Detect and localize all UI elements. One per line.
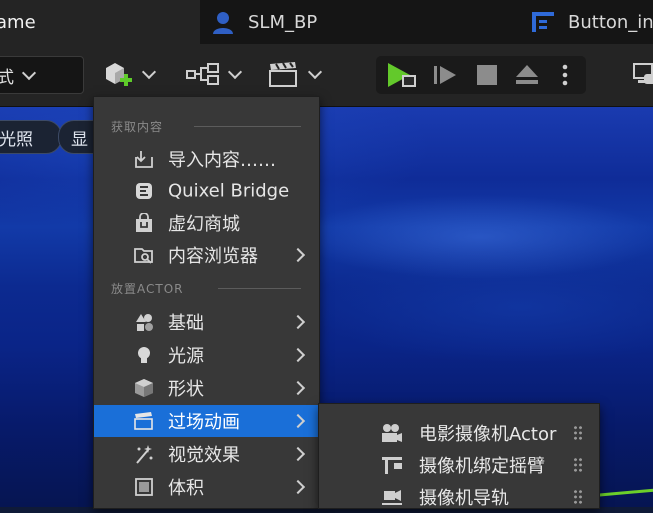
marketplace-icon bbox=[136, 213, 152, 232]
blueprints-button[interactable] bbox=[186, 58, 243, 90]
chevron-down-icon bbox=[141, 64, 157, 79]
chevron-down-icon bbox=[227, 64, 243, 79]
submenu-item-label: 摄像机导轨 bbox=[419, 488, 509, 509]
drag-handle-icon[interactable] bbox=[573, 489, 583, 505]
chevron-down-icon bbox=[307, 64, 323, 79]
widget-blueprint-icon bbox=[532, 12, 554, 32]
menu-item-label: 视觉效果 bbox=[168, 445, 240, 466]
section-get-content: 获取内容 bbox=[94, 114, 319, 138]
tab-slm-bp[interactable]: SLM_BP bbox=[210, 0, 510, 44]
section-divider bbox=[194, 125, 301, 127]
tab-button-in[interactable]: Button_in bbox=[530, 0, 653, 44]
chevron-right-icon bbox=[290, 314, 306, 330]
menu-item-label: 过场动画 bbox=[168, 412, 240, 433]
menu-item-label: 体积 bbox=[168, 478, 204, 499]
camera-rail-icon bbox=[382, 490, 402, 505]
add-actor-button[interactable] bbox=[102, 58, 157, 90]
drag-handle-icon[interactable] bbox=[573, 457, 583, 473]
add-actor-menu: 获取内容 导入内容…… Quixel Bridge 虚幻商城 内容浏览器 放置A… bbox=[93, 96, 320, 509]
section-place-actor-label: 放置ACTOR bbox=[111, 281, 184, 296]
chevron-right-icon bbox=[290, 479, 306, 495]
lighting-mode-button[interactable]: 光照 bbox=[0, 120, 62, 154]
submenu-item-camera-crane[interactable]: 摄像机绑定摇臂 bbox=[319, 449, 599, 481]
editor-tab-bar: ame SLM_BP Button_in bbox=[0, 0, 653, 44]
play-controls bbox=[376, 56, 586, 94]
light-bulb-icon bbox=[138, 347, 150, 363]
cinematics-button[interactable] bbox=[268, 58, 323, 90]
menu-item-label: 内容浏览器 bbox=[168, 246, 258, 267]
cube-icon bbox=[135, 379, 153, 397]
mode-dropdown[interactable]: 式 bbox=[0, 56, 84, 94]
camera-crane-icon bbox=[382, 457, 402, 474]
menu-item-shapes[interactable]: 形状 bbox=[94, 372, 319, 404]
advance-frame-icon[interactable] bbox=[432, 62, 458, 88]
tab-slm-bp-label: SLM_BP bbox=[248, 11, 318, 33]
menu-item-cinematics[interactable]: 过场动画 bbox=[94, 405, 319, 437]
menu-item-volumes[interactable]: 体积 bbox=[94, 471, 319, 503]
show-flags-label: 显 bbox=[71, 129, 88, 150]
menu-item-basic[interactable]: 基础 bbox=[94, 306, 319, 338]
menu-item-label: 虚幻商城 bbox=[168, 214, 240, 235]
cine-camera-icon bbox=[382, 424, 402, 442]
section-divider bbox=[218, 287, 301, 289]
blueprint-character-icon bbox=[213, 12, 233, 34]
submenu-item-label: 电影摄像机Actor bbox=[419, 424, 557, 445]
cinematics-icon bbox=[134, 412, 153, 430]
menu-item-label: 光源 bbox=[168, 346, 204, 367]
drag-handle-icon[interactable] bbox=[573, 425, 583, 441]
chevron-right-icon bbox=[290, 347, 306, 363]
menu-item-label: 形状 bbox=[168, 379, 204, 400]
section-get-content-label: 获取内容 bbox=[111, 119, 164, 134]
menu-item-content-browser[interactable]: 内容浏览器 bbox=[94, 239, 319, 271]
bridge-icon bbox=[136, 183, 152, 199]
basic-shapes-icon bbox=[136, 314, 153, 331]
section-place-actor: 放置ACTOR bbox=[94, 276, 319, 300]
tab-button-in-label: Button_in bbox=[568, 11, 653, 33]
chevron-right-icon bbox=[290, 446, 306, 462]
cinematics-submenu: 电影摄像机Actor 摄像机绑定摇臂 摄像机导轨 bbox=[318, 403, 600, 509]
chevron-down-icon bbox=[21, 65, 37, 80]
tab-game[interactable]: ame bbox=[0, 0, 200, 44]
submenu-item-label: 摄像机绑定摇臂 bbox=[419, 456, 545, 477]
menu-item-marketplace[interactable]: 虚幻商城 bbox=[94, 207, 319, 239]
menu-item-import[interactable]: 导入内容…… bbox=[94, 143, 319, 175]
chevron-right-icon bbox=[290, 247, 306, 263]
menu-item-visual-effects[interactable]: 视觉效果 bbox=[94, 438, 319, 470]
submenu-item-camera-rail[interactable]: 摄像机导轨 bbox=[319, 481, 599, 513]
menu-item-label: 导入内容…… bbox=[168, 150, 276, 171]
submenu-item-cine-camera[interactable]: 电影摄像机Actor bbox=[319, 417, 599, 449]
chevron-right-icon bbox=[290, 380, 306, 396]
blueprint-icon bbox=[186, 63, 219, 85]
more-vertical-icon[interactable] bbox=[560, 62, 570, 88]
menu-item-lights[interactable]: 光源 bbox=[94, 339, 319, 371]
eject-icon[interactable] bbox=[514, 62, 540, 88]
stop-icon[interactable] bbox=[474, 62, 500, 88]
visual-effects-icon bbox=[136, 445, 153, 464]
menu-item-quixel-bridge[interactable]: Quixel Bridge bbox=[94, 175, 319, 207]
add-actor-icon bbox=[106, 63, 132, 86]
menu-item-label: 基础 bbox=[168, 313, 204, 334]
volume-icon bbox=[135, 478, 153, 496]
tab-game-label: ame bbox=[0, 11, 36, 33]
chevron-right-icon bbox=[290, 413, 306, 429]
platforms-icon[interactable] bbox=[632, 60, 653, 90]
import-icon bbox=[135, 151, 153, 168]
play-icon[interactable] bbox=[386, 61, 418, 89]
mode-label: 式 bbox=[0, 67, 14, 88]
clapperboard-icon bbox=[269, 62, 297, 87]
lighting-mode-label: 光照 bbox=[0, 129, 33, 150]
content-browser-icon bbox=[134, 248, 153, 264]
menu-item-label: Quixel Bridge bbox=[168, 180, 290, 202]
